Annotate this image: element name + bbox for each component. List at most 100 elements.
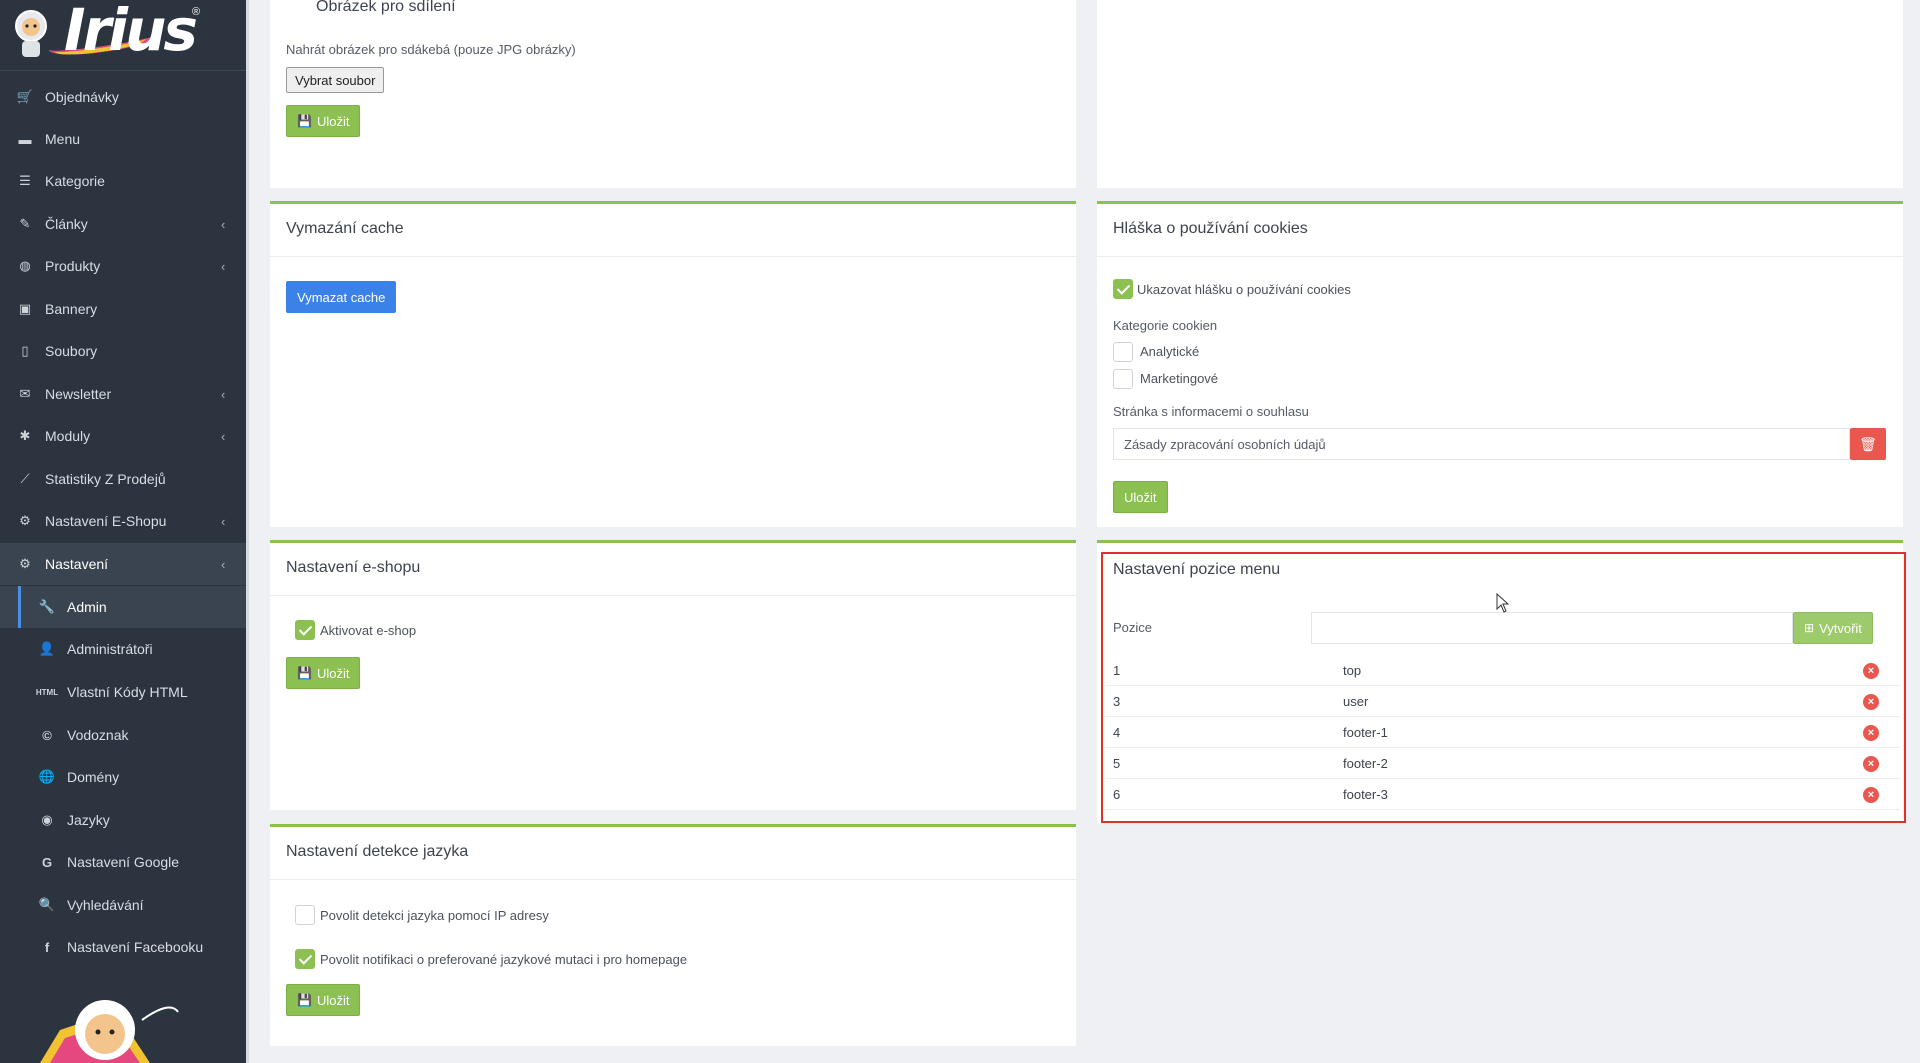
sidebar-subitem-label: Jazyky	[67, 812, 110, 828]
row-name: footer-1	[1343, 725, 1388, 740]
table-row: 6 footer-3 ×	[1105, 779, 1900, 810]
language-globe-icon: ◉	[41, 812, 53, 827]
table-row: 4 footer-1 ×	[1105, 717, 1900, 748]
show-cookies-label: Ukazovat hlášku o používání cookies	[1137, 282, 1351, 297]
save-share-image-button[interactable]: 💾 Uložit	[286, 105, 361, 137]
language-notify-checkbox[interactable]	[295, 949, 315, 969]
globe-icon: 🌐	[38, 769, 56, 784]
logo-registered-mark: ®	[192, 6, 201, 18]
sidebar-subitem-label: Vyhledávání	[67, 897, 144, 913]
ip-detect-checkbox[interactable]	[295, 905, 315, 925]
save-cookies-button[interactable]: Uložit	[1113, 481, 1168, 513]
save-language-button[interactable]: 💾 Uložit	[286, 984, 361, 1016]
sidebar-item-label: Statistiky Z Prodejů	[45, 471, 166, 487]
delete-row-icon[interactable]: ×	[1863, 694, 1879, 710]
sidebar-subitem[interactable]: G Nastavení Google	[0, 841, 246, 883]
list-icon: ☰	[19, 173, 31, 188]
sidebar-subitem[interactable]: 🔍 Vyhledávání	[0, 884, 246, 926]
delete-consent-page-button[interactable]: 🗑	[1850, 428, 1886, 460]
sidebar-edge	[246, 0, 249, 1063]
show-cookies-checkbox[interactable]	[1113, 279, 1133, 299]
floppy-disk-icon: 💾	[297, 993, 312, 1007]
top-right-card	[1097, 0, 1903, 188]
position-label: Pozice	[1113, 620, 1153, 635]
sidebar-subitem-label: Domény	[67, 769, 120, 785]
analytics-cookies-label: Analytické	[1140, 344, 1200, 359]
sidebar-divider	[0, 70, 246, 71]
cart-icon: 🛒	[16, 89, 34, 104]
cookies-card: Hláška o používání cookies Ukazovat hláš…	[1097, 201, 1903, 527]
plus-square-icon: ⊞	[1804, 621, 1815, 635]
chevron-left-icon: ‹	[221, 386, 226, 402]
cogs-icon: ⚙	[19, 556, 31, 571]
brand-logo[interactable]: Irius ®	[8, 0, 201, 66]
choose-file-button[interactable]: Vybrat soubor	[286, 67, 385, 93]
row-id: 6	[1113, 787, 1121, 802]
create-label: Vytvořit	[1819, 620, 1862, 636]
delete-row-icon[interactable]: ×	[1863, 787, 1879, 803]
row-name: user	[1343, 694, 1369, 709]
sidebar-subitem[interactable]: 🌐 Domény	[0, 756, 246, 798]
basketball-icon: ◍	[19, 258, 31, 273]
delete-row-icon[interactable]: ×	[1863, 663, 1879, 679]
mail-circle-icon: ✉	[19, 386, 31, 401]
mascot-astronaut-icon	[40, 1000, 179, 1063]
sidebar-subitem[interactable]: © Vodoznak	[0, 714, 246, 756]
google-icon: G	[41, 854, 53, 870]
chart-line-icon: ⟋	[20, 471, 30, 486]
sidebar-subitem[interactable]: ◉ Jazyky	[0, 799, 246, 841]
card-divider	[270, 256, 1076, 257]
cache-card-title: Vymazání cache	[286, 220, 404, 237]
puzzle-icon: ✱	[19, 428, 31, 443]
card-divider	[270, 595, 1076, 596]
sidebar-item[interactable]: 🛒 Objednávky	[0, 76, 246, 118]
create-position-button[interactable]: ⊞ Vytvořit	[1793, 612, 1873, 644]
marketing-cookies-label: Marketingové	[1140, 371, 1219, 386]
sidebar-item-label: Nastavení E-Shopu	[45, 513, 167, 529]
sidebar-item[interactable]: ⟋ Statistiky Z Prodejů	[0, 458, 246, 500]
sidebar-subitem-label: Nastavení Facebooku	[67, 939, 204, 955]
sidebar-item-label: Produkty	[45, 258, 101, 274]
sidebar-item[interactable]: ▣ Bannery	[0, 288, 246, 330]
activate-eshop-checkbox[interactable]	[295, 620, 315, 640]
sidebar-item[interactable]: ▯ Soubory	[0, 330, 246, 372]
sidebar-item[interactable]: ⚙ Nastavení E-Shopu ‹	[0, 500, 246, 542]
sidebar-item[interactable]: ⚙ Nastavení ‹	[0, 543, 246, 585]
sidebar-item-label: Nastavení	[45, 556, 109, 572]
activate-eshop-label: Aktivovat e-shop	[320, 623, 417, 638]
image-icon: ▣	[18, 301, 32, 316]
sidebar-subitem-label: Administrátoři	[67, 641, 153, 657]
sidebar-item[interactable]: ✱ Moduly ‹	[0, 415, 246, 457]
delete-row-icon[interactable]: ×	[1863, 756, 1879, 772]
sidebar-item[interactable]: ▬ Menu	[0, 118, 246, 160]
sidebar-item[interactable]: ◍ Produkty ‹	[0, 245, 246, 287]
mascot-logo-icon	[15, 10, 47, 57]
row-id: 1	[1113, 663, 1121, 678]
table-row: 5 footer-2 ×	[1105, 748, 1900, 779]
sidebar-item[interactable]: ☰ Kategorie	[0, 160, 246, 202]
floppy-disk-icon: 💾	[297, 114, 312, 128]
share-image-title: Obrázek pro sdílení	[316, 0, 456, 15]
sidebar-item-label: Objednávky	[45, 89, 119, 105]
sidebar-subitem[interactable]: 🔧 Admin	[0, 586, 246, 628]
position-input[interactable]	[1311, 612, 1793, 644]
delete-row-icon[interactable]: ×	[1863, 725, 1879, 741]
facebook-icon: f	[44, 939, 50, 955]
sidebar-item-label: Newsletter	[45, 386, 112, 402]
folder-icon: ▬	[18, 131, 32, 147]
sidebar-subitem[interactable]: HTML Vlastní Kódy HTML	[0, 671, 246, 713]
sidebar-subitem[interactable]: 👤 Administrátoři	[0, 628, 246, 670]
clear-cache-button[interactable]: Vymazat cache	[286, 281, 397, 313]
consent-page-input[interactable]: Zásady zpracování osobních údajů	[1113, 428, 1850, 460]
sidebar-item[interactable]: ✉ Newsletter ‹	[0, 373, 246, 415]
chevron-left-icon: ‹	[221, 258, 226, 274]
copyright-icon: ©	[42, 727, 52, 743]
file-icon: ▯	[21, 343, 29, 358]
save-eshop-button[interactable]: 💾 Uložit	[286, 657, 361, 689]
analytics-cookies-checkbox[interactable]	[1113, 342, 1133, 362]
cookie-categories-label: Kategorie cookien	[1113, 318, 1218, 333]
sidebar-item[interactable]: ✎ Články ‹	[0, 203, 246, 245]
card-divider	[270, 879, 1076, 880]
sidebar-subitem[interactable]: f Nastavení Facebooku	[0, 926, 246, 968]
marketing-cookies-checkbox[interactable]	[1113, 369, 1133, 389]
